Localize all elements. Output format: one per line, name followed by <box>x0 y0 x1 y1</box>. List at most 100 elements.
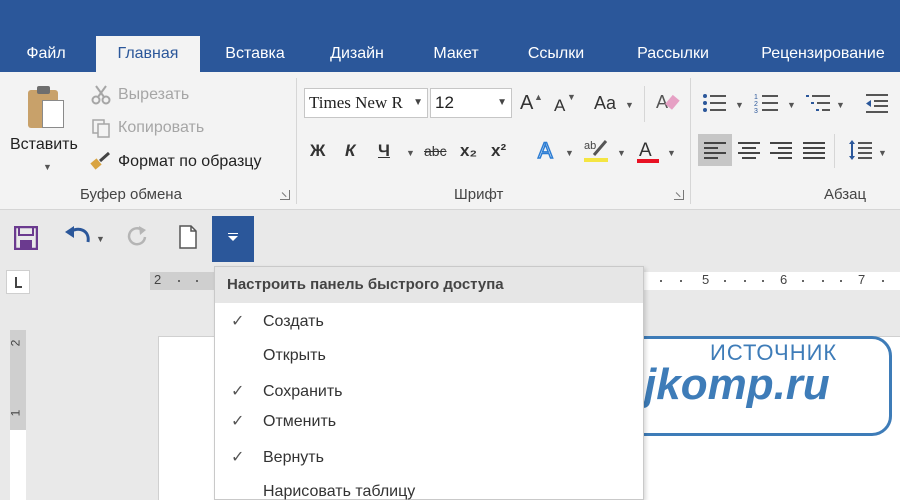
superscript-button[interactable]: x² <box>491 141 506 161</box>
paintbrush-icon <box>90 151 112 173</box>
align-center-icon[interactable] <box>738 141 760 164</box>
save-icon[interactable] <box>13 225 39 255</box>
align-left-button[interactable] <box>698 134 732 166</box>
line-spacing-icon[interactable] <box>848 138 872 167</box>
new-document-icon[interactable] <box>178 225 198 254</box>
menu-item-save[interactable]: ✓ Сохранить <box>215 377 643 407</box>
chevron-down-icon[interactable]: ▼ <box>406 148 415 158</box>
font-name-combo[interactable]: Times New R ▼ <box>304 88 428 118</box>
change-case-button[interactable]: Aa <box>594 93 616 114</box>
svg-text:2: 2 <box>754 101 758 108</box>
font-group-label: Шрифт <box>454 186 504 203</box>
menu-item-label: Нарисовать таблицу <box>263 483 416 500</box>
tab-insert[interactable]: Вставка <box>214 36 296 72</box>
chevron-down-icon[interactable]: ▼ <box>836 100 845 110</box>
font-size-value: 12 <box>435 93 454 112</box>
shrink-font-button[interactable]: A <box>554 96 565 116</box>
customize-qat-menu: Настроить панель быстрого доступа ✓ Созд… <box>214 266 644 500</box>
justify-icon[interactable] <box>803 141 825 164</box>
menu-item-redo[interactable]: ✓ Вернуть <box>215 443 643 473</box>
ruler-number: 7 <box>858 272 866 287</box>
numbering-icon[interactable]: 123 <box>754 92 780 119</box>
menu-item-label: Вернуть <box>263 449 324 466</box>
chevron-down-icon[interactable]: ▼ <box>565 148 574 158</box>
text-effects-icon[interactable]: A <box>536 137 560 168</box>
tab-review[interactable]: Рецензирование <box>746 36 900 72</box>
ribbon-tab-bar: Файл Главная Вставка Дизайн Макет Ссылки… <box>0 0 900 72</box>
chevron-down-icon[interactable]: ▼ <box>625 100 634 110</box>
multilevel-list-icon[interactable] <box>806 92 832 119</box>
menu-item-label: Сохранить <box>263 383 343 400</box>
ruler-tick <box>762 280 764 282</box>
chevron-down-icon[interactable]: ▼ <box>667 148 676 158</box>
font-color-icon[interactable]: A <box>636 138 660 169</box>
tab-selector-icon[interactable] <box>6 270 30 294</box>
clipboard-dialog-launcher-icon[interactable] <box>280 190 290 200</box>
tab-references[interactable]: Ссылки <box>512 36 600 72</box>
svg-text:ab: ab <box>584 140 596 152</box>
menu-item-new[interactable]: ✓ Создать <box>215 307 643 337</box>
ruler-tick <box>196 280 198 282</box>
tab-file[interactable]: Файл <box>14 36 78 72</box>
svg-text:3: 3 <box>754 108 758 114</box>
paste-dropdown-icon[interactable]: ▼ <box>43 162 52 172</box>
menu-item-undo[interactable]: ✓ Отменить <box>215 407 643 437</box>
down-caret-icon: ▼ <box>567 92 576 102</box>
tab-design[interactable]: Дизайн <box>314 36 400 72</box>
cut-button[interactable]: Вырезать <box>90 84 189 106</box>
chevron-down-icon[interactable]: ▼ <box>735 100 744 110</box>
ruler-number: 2 <box>154 272 162 287</box>
font-dialog-launcher-icon[interactable] <box>674 190 684 200</box>
up-caret-icon: ▲ <box>534 92 543 102</box>
menu-item-draw-table[interactable]: Нарисовать таблицу <box>215 477 643 500</box>
chevron-down-icon[interactable]: ▼ <box>878 148 887 158</box>
subscript-button[interactable]: x₂ <box>460 141 477 161</box>
menu-item-label: Отменить <box>263 413 337 430</box>
tab-mailings[interactable]: Рассылки <box>620 36 726 72</box>
tab-layout[interactable]: Макет <box>420 36 492 72</box>
copy-button[interactable]: Копировать <box>90 117 204 139</box>
ruler-number: 5 <box>702 272 710 287</box>
bullets-icon[interactable] <box>702 92 728 119</box>
format-painter-button[interactable]: Формат по образцу <box>90 151 261 173</box>
cut-label: Вырезать <box>118 86 190 103</box>
clear-formatting-icon[interactable]: A <box>656 90 682 119</box>
underline-button[interactable]: Ч <box>378 141 390 161</box>
font-name-value: Times New R <box>309 93 403 112</box>
paste-button[interactable]: Вставить <box>10 136 78 154</box>
italic-button[interactable]: К <box>345 141 355 161</box>
grow-font-button[interactable]: A <box>520 92 533 115</box>
undo-icon[interactable] <box>64 224 92 253</box>
menu-title: Настроить панель быстрого доступа <box>215 267 643 303</box>
checkmark-icon: ✓ <box>231 313 245 330</box>
strikethrough-button[interactable]: abc <box>424 143 447 159</box>
ruler-tick <box>822 280 824 282</box>
group-divider <box>296 78 297 204</box>
align-right-icon[interactable] <box>770 141 792 164</box>
menu-item-open[interactable]: Открыть <box>215 341 643 371</box>
checkmark-icon: ✓ <box>231 383 245 400</box>
paste-icon[interactable] <box>28 84 68 130</box>
customize-qat-button[interactable] <box>212 216 254 262</box>
font-size-combo[interactable]: 12 ▼ <box>430 88 512 118</box>
bold-button[interactable]: Ж <box>310 141 325 161</box>
decrease-indent-icon[interactable] <box>864 92 890 119</box>
inline-divider <box>644 86 645 122</box>
ruler-number: 1 <box>8 409 23 417</box>
menu-item-label: Открыть <box>263 347 326 364</box>
chevron-down-icon[interactable]: ▼ <box>413 89 423 117</box>
menu-item-label: Создать <box>263 313 324 330</box>
chevron-down-icon[interactable]: ▼ <box>787 100 796 110</box>
scissors-icon <box>90 84 112 106</box>
chevron-down-icon[interactable]: ▼ <box>497 89 507 117</box>
copy-label: Копировать <box>118 119 205 136</box>
redo-icon[interactable] <box>124 224 150 253</box>
ruler-tick <box>882 280 884 282</box>
tab-home[interactable]: Главная <box>96 36 200 72</box>
highlight-icon[interactable]: ab <box>584 137 612 168</box>
paragraph-group-label: Абзац <box>824 186 867 203</box>
ruler-number: 2 <box>8 339 23 347</box>
checkmark-icon: ✓ <box>231 449 245 466</box>
chevron-down-icon[interactable]: ▼ <box>96 234 105 244</box>
chevron-down-icon[interactable]: ▼ <box>617 148 626 158</box>
